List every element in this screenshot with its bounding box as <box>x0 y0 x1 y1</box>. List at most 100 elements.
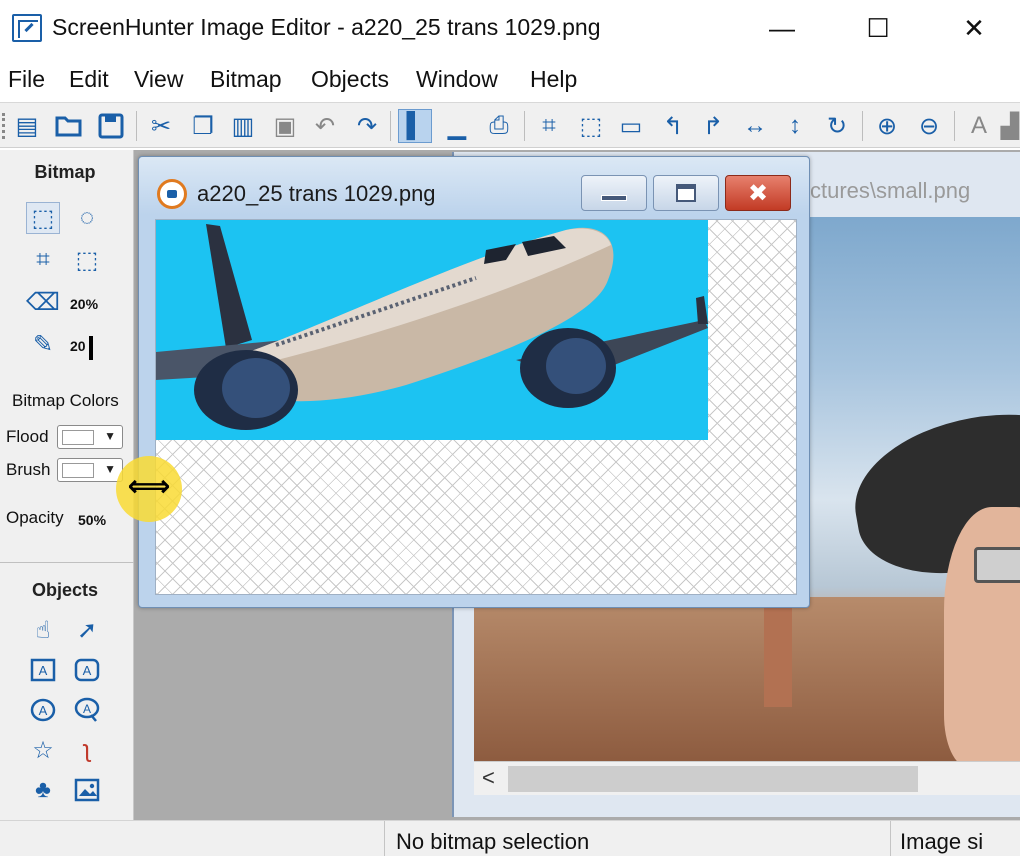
flip-vertical-icon[interactable]: ↕ <box>778 109 812 143</box>
close-button[interactable]: ✕ <box>954 10 994 46</box>
brush-color-swatch <box>62 463 94 478</box>
svg-text:A: A <box>39 703 48 718</box>
rotate-icon[interactable]: ↻ <box>820 109 854 143</box>
status-separator <box>384 821 385 856</box>
menu-view[interactable]: View <box>134 66 183 93</box>
menu-file[interactable]: File <box>8 66 45 93</box>
minimize-icon <box>601 195 627 201</box>
print-icon[interactable]: ⎙ <box>482 109 516 143</box>
rect-text-icon[interactable]: A <box>26 654 60 686</box>
window-title: ScreenHunter Image Editor - a220_25 tran… <box>52 14 601 40</box>
text-icon[interactable]: A <box>962 109 996 143</box>
brush-color-select[interactable]: ▼ <box>57 458 123 482</box>
opacity-value[interactable]: 50% <box>78 512 106 528</box>
person <box>944 507 1020 761</box>
ellipse-select-icon[interactable]: ◌ <box>70 202 104 234</box>
svg-text:A: A <box>39 663 48 678</box>
brush-label: Brush <box>6 460 51 479</box>
bitmap-colors-label: Bitmap Colors <box>12 391 119 410</box>
doc-minimize-button[interactable] <box>581 175 647 211</box>
redo-icon[interactable]: ↷ <box>350 109 384 143</box>
tool-panel: Bitmap ⬚ ◌ ⌗ ⬚ ⌫ 20% ✎ 20 Bitmap Colors … <box>0 150 134 856</box>
panel-divider <box>0 562 134 563</box>
copy-icon[interactable]: ❐ <box>186 109 220 143</box>
menu-bitmap[interactable]: Bitmap <box>210 66 282 93</box>
overflow-icon[interactable]: ▟ <box>1000 109 1020 143</box>
selection-status: No bitmap selection <box>396 829 590 854</box>
save-icon[interactable] <box>94 109 128 143</box>
chevron-down-icon: ▼ <box>104 429 116 443</box>
app-icon <box>12 14 42 42</box>
image-size-status: Image si <box>900 829 984 854</box>
undo-icon[interactable]: ↶ <box>308 109 342 143</box>
status-bar: No bitmap selection Image si <box>0 820 1020 856</box>
doc-maximize-button[interactable] <box>653 175 719 211</box>
brush-size-bar <box>89 336 93 360</box>
freehand-icon[interactable]: ʅ <box>70 734 104 766</box>
menu-edit[interactable]: Edit <box>69 66 109 93</box>
open-icon[interactable] <box>52 109 86 143</box>
image-canvas[interactable] <box>155 219 797 595</box>
menu-window[interactable]: Window <box>416 66 498 93</box>
crop-tool-icon[interactable]: ⌗ <box>26 244 60 276</box>
pointer-tool-icon[interactable]: ☝ <box>26 614 60 646</box>
flood-color-select[interactable]: ▼ <box>57 425 123 449</box>
document-title: a220_25 trans 1029.png <box>197 181 436 206</box>
rooftops <box>474 597 1020 761</box>
eraser-icon[interactable]: ⌫ <box>26 286 60 318</box>
objects-panel-title: Objects <box>31 580 99 600</box>
zoom-out-icon[interactable]: ⊖ <box>912 109 946 143</box>
menu-help[interactable]: Help <box>530 66 577 93</box>
document-window[interactable]: a220_25 trans 1029.png ✖ <box>138 156 810 608</box>
scroll-left-icon[interactable]: < <box>482 765 495 791</box>
rect-select-icon[interactable]: ⬚ <box>26 202 60 234</box>
flood-color-swatch <box>62 430 94 445</box>
airplane-graphic <box>156 224 708 430</box>
frame-icon[interactable]: ▭ <box>614 109 648 143</box>
svg-text:A: A <box>83 663 92 678</box>
maximize-icon <box>676 184 696 202</box>
image-object-icon[interactable] <box>70 774 104 806</box>
toolbar-grip[interactable] <box>2 113 5 139</box>
flip-horizontal-icon[interactable]: ↔ <box>738 109 772 143</box>
document-icon <box>157 179 187 209</box>
brush-icon[interactable]: ✎ <box>26 328 60 360</box>
resize-cursor-icon: ⟺ <box>127 470 171 503</box>
background-document-title[interactable]: ctures\small.png <box>810 178 970 204</box>
toolbar: ▤ ✂ ❐ ▥ ▣ ↶ ↷ ▌ ▁ ⎙ ⌗ ⬚ ▭ ↰ ↱ ↔ ↕ ↻ ⊕ ⊖ … <box>0 102 1020 148</box>
menu-bar: File Edit View Bitmap Objects Window Hel… <box>0 60 1020 100</box>
clipart-icon[interactable]: ♣ <box>26 774 60 806</box>
status-separator <box>890 821 891 856</box>
doc-close-button[interactable]: ✖ <box>725 175 791 211</box>
opacity-label: Opacity <box>6 508 64 527</box>
eraser-size-value[interactable]: 20% <box>70 296 98 312</box>
document-caption-bar[interactable]: a220_25 trans 1029.png ✖ <box>139 157 809 215</box>
flood-label: Flood <box>6 427 49 446</box>
rounded-rect-text-icon[interactable]: A <box>70 654 104 686</box>
vertical-line-icon[interactable]: ▌ <box>398 109 432 143</box>
crop-icon[interactable]: ⌗ <box>532 109 566 143</box>
rotate-right-icon[interactable]: ↱ <box>696 109 730 143</box>
callout-text-icon[interactable]: A <box>70 694 104 726</box>
horizontal-line-icon[interactable]: ▁ <box>440 109 474 143</box>
title-bar: ScreenHunter Image Editor - a220_25 tran… <box>0 0 1020 56</box>
star-icon[interactable]: ☆ <box>26 734 60 766</box>
maximize-button[interactable]: ☐ <box>858 10 898 46</box>
crop-selection-icon[interactable]: ⬚ <box>574 109 608 143</box>
crop-region-icon[interactable]: ⬚ <box>70 244 104 276</box>
horizontal-scrollbar[interactable]: < <box>474 761 1020 795</box>
brush-size-value[interactable]: 20 <box>70 338 86 354</box>
select-all-icon[interactable]: ▣ <box>268 109 302 143</box>
arrow-tool-icon[interactable]: ➚ <box>70 614 104 646</box>
paste-icon[interactable]: ▥ <box>226 109 260 143</box>
cut-icon[interactable]: ✂ <box>144 109 178 143</box>
zoom-in-icon[interactable]: ⊕ <box>870 109 904 143</box>
airplane-image[interactable] <box>156 220 708 440</box>
minimize-button[interactable]: — <box>762 10 802 46</box>
capture-icon[interactable]: ▤ <box>10 109 44 143</box>
ellipse-text-icon[interactable]: A <box>26 694 60 726</box>
chevron-down-icon: ▼ <box>104 462 116 476</box>
menu-objects[interactable]: Objects <box>311 66 389 93</box>
rotate-left-icon[interactable]: ↰ <box>656 109 690 143</box>
scrollbar-thumb[interactable] <box>508 766 918 792</box>
